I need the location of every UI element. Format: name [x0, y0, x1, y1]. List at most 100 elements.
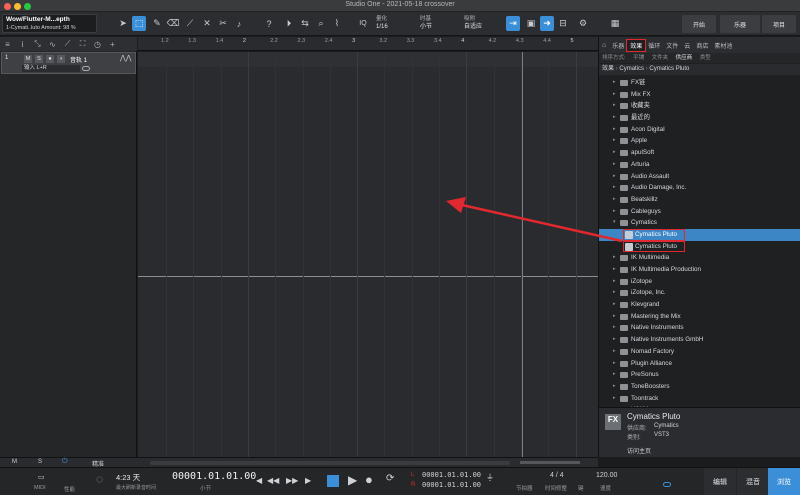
browser-item[interactable]: ▸ Native Instruments GmbH	[599, 334, 800, 346]
expand-chevron-icon[interactable]: ▸	[613, 112, 616, 124]
toggle-icon[interactable]	[82, 66, 90, 71]
expand-chevron-icon[interactable]: ▸	[613, 358, 616, 370]
expand-chevron-icon[interactable]: ▸	[613, 147, 616, 159]
pencil-tool-icon[interactable]: ✎	[150, 16, 164, 31]
timebase-field[interactable]: 时基 小节	[420, 15, 460, 33]
menu-icon[interactable]: ≡	[0, 40, 15, 49]
browser-item[interactable]: ▸ Acon Digital	[599, 124, 800, 136]
expand-chevron-icon[interactable]: ▸	[613, 89, 616, 101]
autoscroll-icon[interactable]: ⇥	[506, 16, 520, 31]
browser-item[interactable]: ▸ IK Multimedia Production	[599, 264, 800, 276]
browser-item[interactable]: ▸ 收藏夹	[599, 100, 800, 112]
automation-icon[interactable]: ∿	[45, 40, 60, 49]
browser-item[interactable]: ▸ Apple	[599, 135, 800, 147]
add-track-icon[interactable]: +	[105, 40, 120, 49]
tab-loops[interactable]: 循环	[645, 41, 663, 50]
input-select[interactable]: 输入 L+R	[22, 65, 80, 72]
browser-item[interactable]: ▸ Mastering the Mix	[599, 311, 800, 323]
expand-chevron-icon[interactable]: ▸	[613, 322, 616, 334]
sync-toggle[interactable]	[663, 482, 671, 487]
expand-chevron-icon[interactable]: ▸	[613, 346, 616, 358]
quantize-field[interactable]: 量化 1/16	[376, 15, 416, 33]
browser-item[interactable]: ▸ FX链	[599, 77, 800, 89]
sort-folder[interactable]: 文件夹	[652, 55, 669, 61]
expand-chevron-icon[interactable]: ▸	[613, 252, 616, 264]
song-button[interactable]: 乐器	[720, 15, 760, 33]
browser-item[interactable]: ▸ apulSoft	[599, 147, 800, 159]
range-tool-icon[interactable]: ⬚	[132, 16, 146, 31]
sort-vendor[interactable]: 供应商	[676, 55, 693, 61]
expand-chevron-icon[interactable]: ▸	[613, 276, 616, 288]
browser-item[interactable]: Cymatics Pluto	[623, 240, 685, 253]
loop-icon[interactable]: ⟳	[386, 473, 394, 484]
solo-button[interactable]: S	[35, 55, 43, 63]
expand-chevron-icon[interactable]: ▸	[613, 171, 616, 183]
expand-chevron-icon[interactable]: ▸	[613, 206, 616, 218]
browser-item[interactable]: ▸ Beatskillz	[599, 194, 800, 206]
mute-button[interactable]: M	[24, 55, 32, 63]
song-info-box[interactable]: Wow/Flutter-M...epth 1-Cymati..luto Amou…	[2, 14, 97, 33]
browser-item[interactable]: ▸ Audio Assault	[599, 171, 800, 183]
breadcrumb-2[interactable]: Cymatics Pluto	[649, 66, 689, 72]
browser-item[interactable]: ▸ 最近的	[599, 112, 800, 124]
expand-chevron-icon[interactable]: ▸	[613, 287, 616, 299]
project-button[interactable]: 项目	[762, 15, 796, 33]
sort-type[interactable]: 类型	[700, 55, 711, 61]
paint-tool-icon[interactable]: ⟋	[183, 16, 197, 31]
curve-icon[interactable]: ⟋	[60, 39, 75, 49]
browser-item[interactable]: ▸ Audio Damage, Inc.	[599, 182, 800, 194]
stop-icon[interactable]	[327, 475, 339, 487]
forward-icon[interactable]: ▶▶	[286, 476, 298, 485]
tab-cloud[interactable]: 云	[681, 41, 693, 50]
layout-icon[interactable]: ⊟	[556, 16, 570, 31]
expand-chevron-icon[interactable]: ▸	[613, 135, 616, 147]
eraser-tool-icon[interactable]: ⌫	[166, 16, 180, 31]
expand-chevron-icon[interactable]: ▸	[613, 264, 616, 276]
track-lane[interactable]	[138, 52, 598, 67]
nav-mix-button[interactable]: 混音	[737, 468, 769, 495]
expand-chevron-icon[interactable]: ▸	[613, 311, 616, 323]
home-icon[interactable]: ⌂	[599, 42, 609, 49]
metronome-icon[interactable]: ⏚	[486, 472, 494, 483]
rewind-icon[interactable]: ◀◀	[267, 476, 279, 485]
browser-item[interactable]: ▸ Plugin Alliance	[599, 358, 800, 370]
horizontal-scrollbar[interactable]	[150, 461, 510, 465]
browser-item[interactable]: ▸ Nomad Factory	[599, 346, 800, 358]
tempo-display[interactable]: 120.00	[596, 472, 617, 479]
expand-chevron-icon[interactable]: ▸	[613, 100, 616, 112]
expand-chevron-icon[interactable]: ▸	[613, 381, 616, 393]
tab-store[interactable]: 商店	[693, 41, 711, 50]
signature-display[interactable]: 4 / 4	[550, 472, 564, 479]
iq-icon[interactable]: IQ	[356, 16, 370, 31]
play-icon[interactable]: ▶	[348, 473, 357, 487]
expand-chevron-icon[interactable]: ▸	[613, 124, 616, 136]
bend-tool-icon[interactable]: ⌇	[330, 16, 344, 31]
position-display[interactable]: 00001.01.01.00	[172, 471, 256, 482]
breadcrumb-0[interactable]: 效果	[602, 66, 614, 72]
tab-effects[interactable]: 效果	[626, 38, 647, 52]
power-icon[interactable]: ⏻	[62, 458, 68, 466]
expand-chevron-icon[interactable]: ▸	[613, 334, 616, 346]
status-m[interactable]: M	[12, 459, 17, 465]
browser-item[interactable]: ▸ Klevgrand	[599, 299, 800, 311]
expand-chevron-icon[interactable]: ▾	[613, 217, 616, 229]
expand-chevron-icon[interactable]: ▸	[613, 77, 616, 89]
folder-tool-icon[interactable]: ⛶	[75, 39, 90, 49]
status-s[interactable]: S	[38, 459, 42, 465]
gear-icon[interactable]: ⚙	[576, 16, 590, 31]
browser-item[interactable]: ▸ Toontrack	[599, 393, 800, 405]
expand-chevron-icon[interactable]: ▸	[613, 182, 616, 194]
track-1[interactable]: 1 M S ● ◖ 音轨 1 ⋀⋀ 输入 L+R	[1, 52, 136, 74]
nav-edit-button[interactable]: 编辑	[704, 468, 736, 495]
edit-arrow-icon[interactable]: ➜	[540, 16, 554, 31]
browser-item[interactable]: ▾ Cymatics	[599, 217, 800, 229]
browser-item[interactable]: ▸ PreSonus	[599, 369, 800, 381]
loop-start-icon[interactable]: ◀	[256, 476, 262, 485]
help-icon[interactable]: ?	[262, 16, 276, 31]
browser-item[interactable]: ▸ Native Instruments	[599, 322, 800, 334]
loop-end-display[interactable]: 00001.01.01.00	[422, 481, 481, 489]
expand-chevron-icon[interactable]: ▸	[613, 194, 616, 206]
snap-tool-icon[interactable]: ⇆	[298, 16, 312, 31]
follow-icon[interactable]: ▣	[524, 16, 538, 31]
split-tool-icon[interactable]: ✂	[216, 16, 230, 31]
